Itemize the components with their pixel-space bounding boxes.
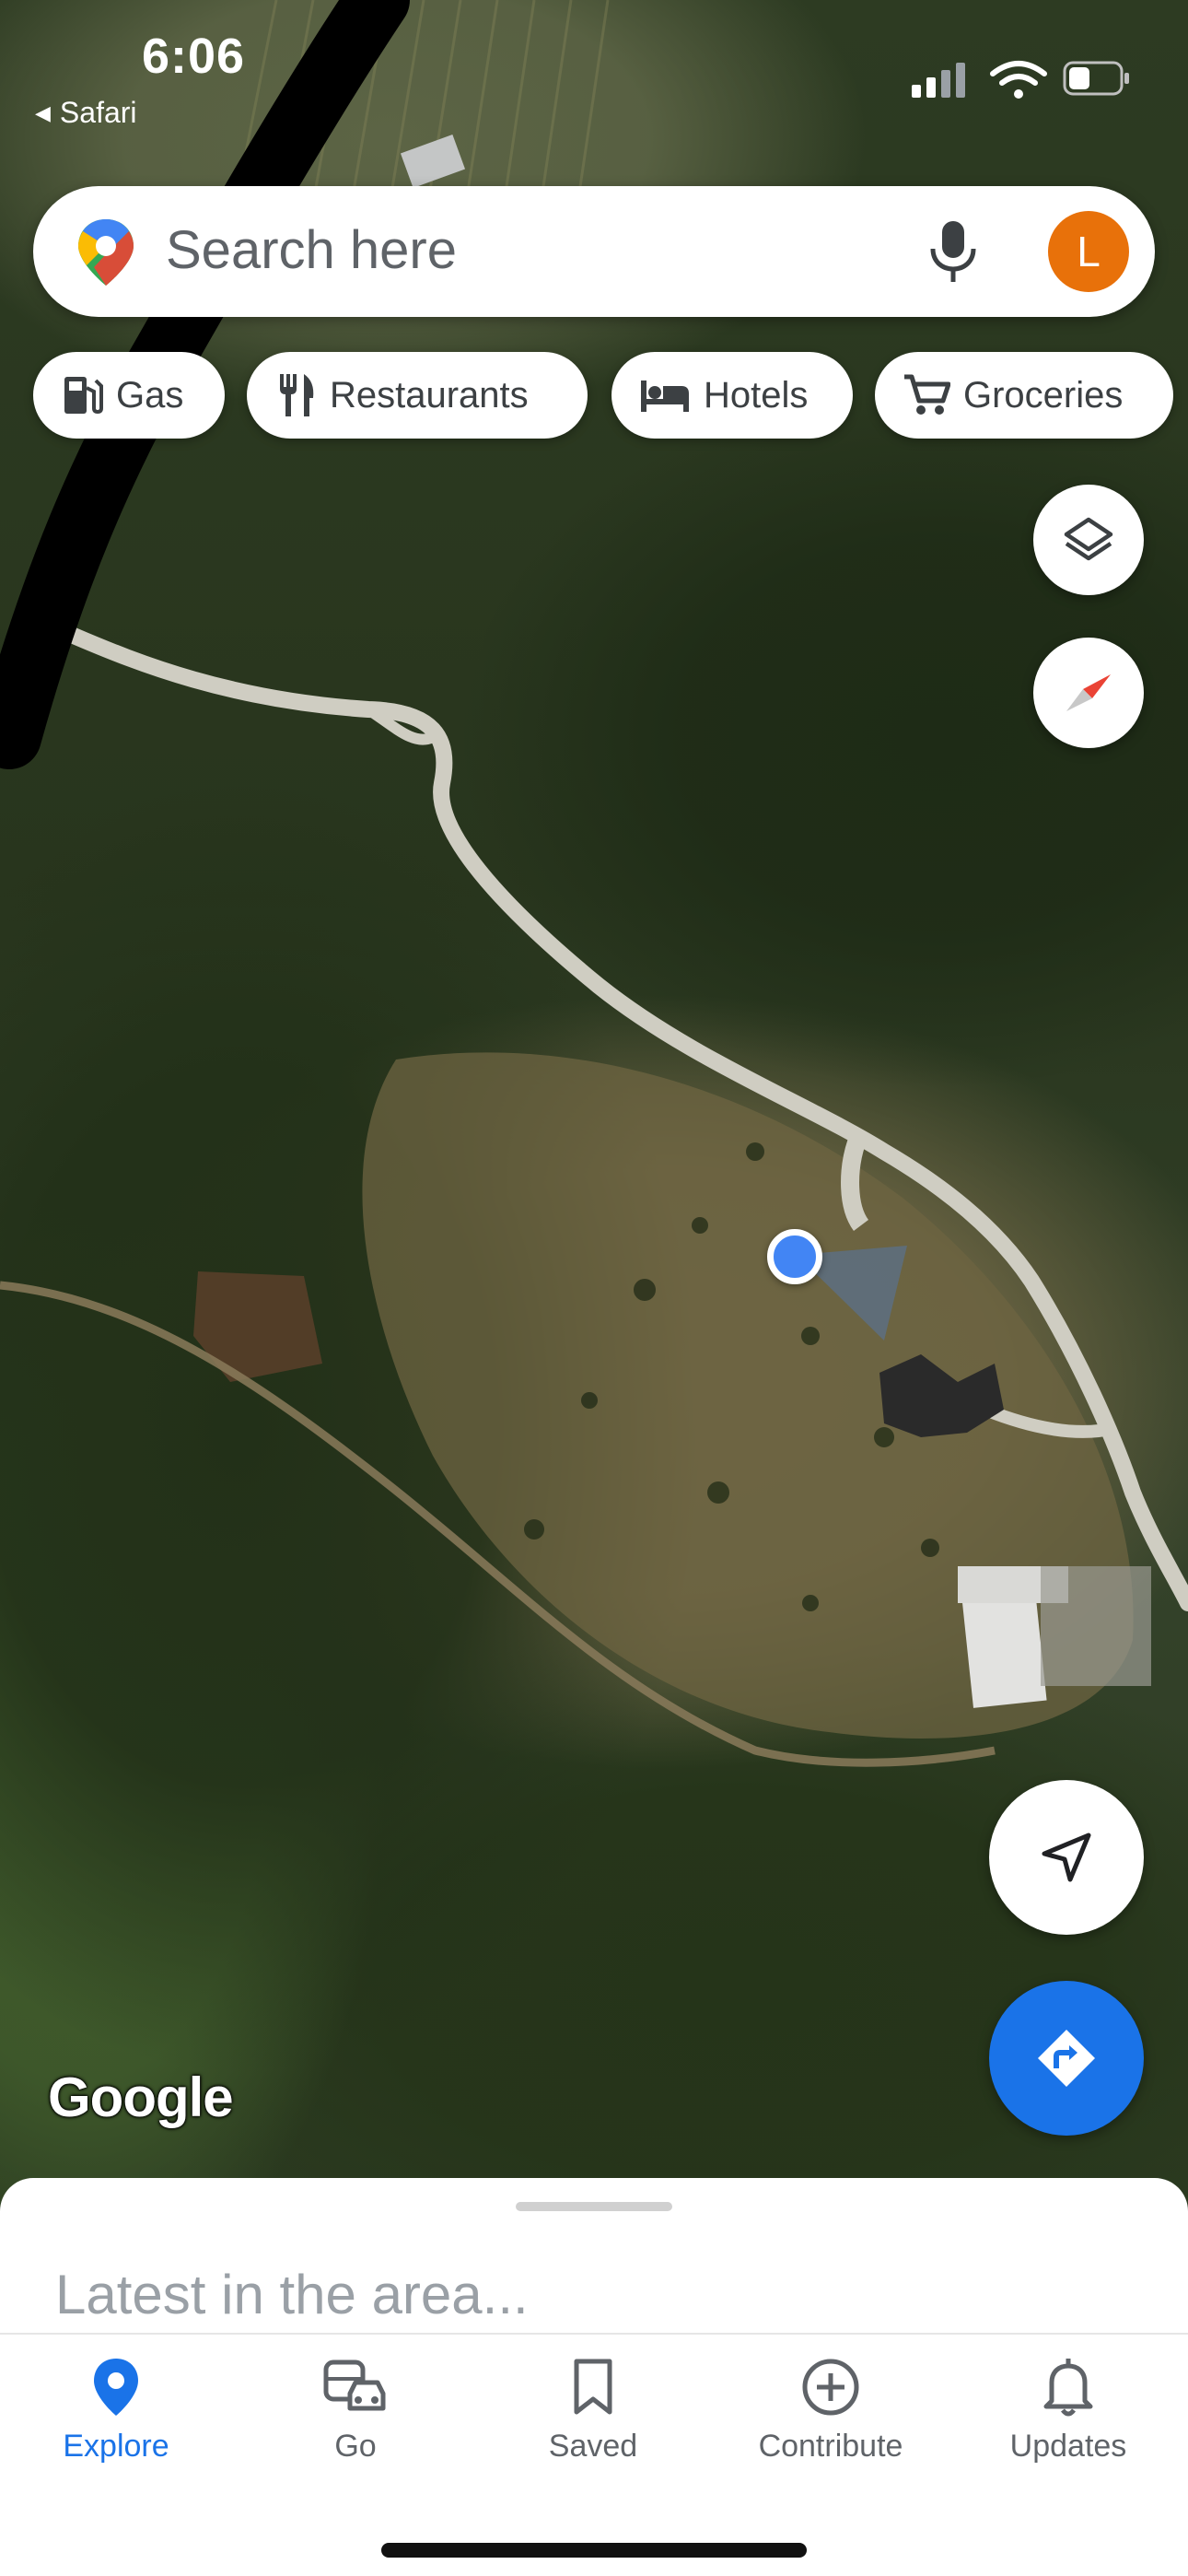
chip-gas[interactable]: Gas [33,352,225,439]
microphone-icon[interactable] [925,217,982,286]
nav-contribute[interactable]: Contribute [720,2357,941,2465]
maps-screen: 6:06 ◀ Safari Search here L Gas Restaura… [0,0,1188,2576]
nav-go-label: Go [334,2429,377,2464]
cellular-signal-icon [912,63,965,98]
nav-explore-label: Explore [63,2429,169,2464]
battery-icon [1063,61,1129,96]
directions-icon [1038,2030,1095,2087]
chip-restaurants-label: Restaurants [330,374,529,416]
bottom-nav: Explore Go Saved Contribute Updates [0,2333,1188,2576]
wifi-icon [990,61,1047,99]
chip-groceries-label: Groceries [963,374,1124,416]
chip-hotels-label: Hotels [704,374,809,416]
nav-go[interactable]: Go [245,2357,466,2465]
back-to-safari[interactable]: ◀ Safari [35,96,137,130]
commute-icon [323,2359,386,2411]
nav-explore[interactable]: Explore [6,2357,227,2465]
nav-updates[interactable]: Updates [958,2357,1179,2465]
hotel-icon [641,381,689,412]
add-circle-icon [802,2359,859,2416]
explore-pin-icon [94,2359,138,2416]
bookmark-icon [574,2359,612,2415]
google-attribution: Google [48,2067,234,2128]
nav-contribute-label: Contribute [758,2429,903,2464]
directions-button[interactable] [989,1981,1144,2136]
search-bar[interactable]: Search here L [33,186,1155,317]
search-input[interactable]: Search here [166,219,457,281]
home-indicator[interactable] [381,2543,807,2558]
layers-button[interactable] [1033,485,1144,595]
back-arrow-icon: ◀ [35,101,51,124]
gas-station-icon [64,377,103,415]
compass-button[interactable] [1033,638,1144,748]
sheet-drag-handle[interactable] [516,2202,672,2211]
compass-icon [1066,674,1111,711]
layers-icon [1064,517,1113,561]
back-app-label: Safari [59,96,137,129]
chip-restaurants[interactable]: Restaurants [247,352,588,439]
restaurant-icon [280,374,314,416]
chip-hotels[interactable]: Hotels [611,352,853,439]
cart-icon [904,374,950,415]
nav-saved-label: Saved [548,2429,638,2464]
status-time: 6:06 [142,29,246,84]
nav-saved[interactable]: Saved [483,2357,704,2465]
current-location-dot[interactable] [767,1229,822,1284]
bell-icon [1043,2359,1093,2417]
nav-updates-label: Updates [1009,2429,1127,2464]
account-avatar[interactable]: L [1048,211,1129,292]
my-location-icon [1042,1832,1091,1882]
my-location-button[interactable] [989,1780,1144,1935]
google-maps-logo-icon [78,219,134,286]
sheet-heading: Latest in the area... [55,2264,529,2325]
chip-gas-label: Gas [116,374,184,416]
status-icons [912,57,1133,103]
chip-groceries[interactable]: Groceries [875,352,1173,439]
